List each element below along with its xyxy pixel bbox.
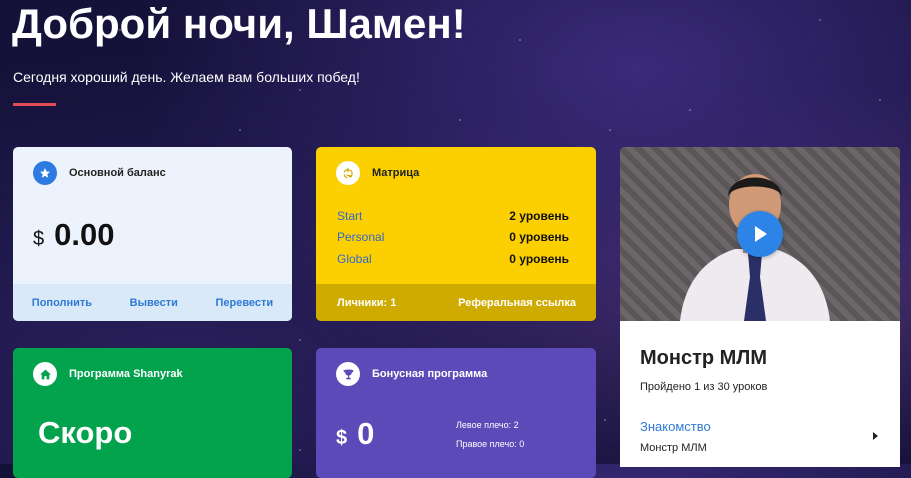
balance-actions: Пополнить Вывести Перевести xyxy=(13,284,292,321)
balance-card-header: Основной баланс xyxy=(33,161,166,185)
chevron-right-icon[interactable] xyxy=(873,432,878,440)
video-thumbnail[interactable] xyxy=(620,147,900,321)
greeting-subtitle: Сегодня хороший день. Желаем вам больших… xyxy=(13,69,360,85)
bonus-card-header: Бонусная программа xyxy=(336,362,487,386)
play-icon xyxy=(755,226,767,242)
balance-currency: $ xyxy=(33,228,45,250)
matrix-card-title: Матрица xyxy=(372,167,420,179)
matrix-global-level: 0 уровень xyxy=(509,251,569,266)
balance-amount: $ 0.00 xyxy=(33,217,114,253)
balance-value: 0.00 xyxy=(54,217,115,252)
bonus-amount: $ 0 xyxy=(336,416,374,452)
matrix-footer: Личники: 1 Реферальная ссылка xyxy=(316,284,596,321)
matrix-card: Матрица Start 2 уровень Personal 0 урове… xyxy=(316,147,596,321)
personal-referrals-count: Личники: 1 xyxy=(337,296,397,309)
shanyrak-status: Скоро xyxy=(38,415,133,450)
shanyrak-card: Программа Shanyrak Скоро xyxy=(13,348,292,478)
shanyrak-card-header: Программа Shanyrak xyxy=(33,362,183,386)
matrix-personal-link[interactable]: Personal xyxy=(337,230,384,244)
referral-link[interactable]: Реферальная ссылка xyxy=(458,297,576,309)
lesson-title-link[interactable]: Знакомство xyxy=(640,419,711,434)
trophy-icon xyxy=(336,362,360,386)
matrix-row-start: Start 2 уровень xyxy=(337,205,569,227)
home-icon xyxy=(33,362,57,386)
accent-divider xyxy=(13,103,56,106)
right-shoulder: Правое плечо: 0 xyxy=(456,439,525,449)
matrix-personal-level: 0 уровень xyxy=(509,230,569,245)
shanyrak-card-title: Программа Shanyrak xyxy=(69,368,183,380)
course-progress: Пройдено 1 из 30 уроков xyxy=(640,381,768,393)
matrix-start-level: 2 уровень xyxy=(509,208,569,223)
course-card: Монстр МЛМ Пройдено 1 из 30 уроков Знако… xyxy=(620,147,900,467)
left-shoulder: Левое плечо: 2 xyxy=(456,420,519,430)
bonus-card-title: Бонусная программа xyxy=(372,368,488,380)
matrix-row-global: Global 0 уровень xyxy=(337,248,569,270)
withdraw-link[interactable]: Вывести xyxy=(130,297,178,309)
greeting-title: Доброй ночи, Шамен! xyxy=(12,0,466,47)
matrix-levels-list: Start 2 уровень Personal 0 уровень Globa… xyxy=(337,205,569,270)
play-button[interactable] xyxy=(737,211,783,257)
balance-card: Основной баланс $ 0.00 Пополнить Вывести… xyxy=(13,147,292,321)
bonus-currency: $ xyxy=(336,427,348,449)
transfer-link[interactable]: Перевести xyxy=(215,297,273,309)
matrix-global-link[interactable]: Global xyxy=(337,252,372,266)
recycle-icon xyxy=(336,161,360,185)
star-icon xyxy=(33,161,57,185)
matrix-start-link[interactable]: Start xyxy=(337,209,362,223)
deposit-link[interactable]: Пополнить xyxy=(32,297,92,309)
course-title: Монстр МЛМ xyxy=(640,347,768,369)
matrix-row-personal: Personal 0 уровень xyxy=(337,227,569,249)
lesson-subtitle: Монстр МЛМ xyxy=(640,442,707,454)
matrix-card-header: Матрица xyxy=(336,161,419,185)
bonus-value: 0 xyxy=(357,416,375,451)
balance-card-title: Основной баланс xyxy=(69,167,166,179)
bonus-card: Бонусная программа $ 0 Левое плечо: 2 Пр… xyxy=(316,348,596,478)
